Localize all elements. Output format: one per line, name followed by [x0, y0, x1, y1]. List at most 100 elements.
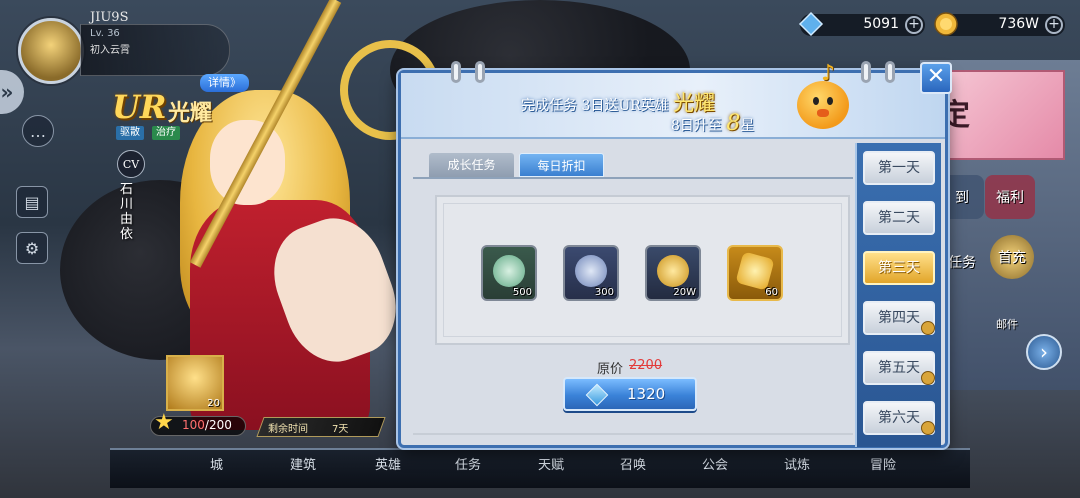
day-5-button[interactable]: 第五天: [863, 351, 935, 385]
gold-currency: 736W +: [934, 12, 1065, 36]
reward-item[interactable]: 60: [727, 245, 783, 301]
mail-label: 邮件: [996, 318, 1018, 331]
first-charge-button[interactable]: 首充: [990, 235, 1034, 279]
mail-button[interactable]: 邮件: [985, 302, 1029, 346]
fragment-progress-text: 100/200: [182, 418, 232, 432]
mail-side-button[interactable]: ▤: [16, 186, 48, 218]
tab-divider: [413, 177, 853, 179]
item-quantity: 500: [512, 287, 532, 298]
bottom-navigation: 城 建筑 英雄 任务 天赋 召唤 公会 试炼 冒险: [110, 448, 970, 488]
day-5-label: 第五天: [878, 360, 920, 376]
buy-price: 1320: [627, 385, 666, 403]
player-title: 初入云霄: [90, 45, 130, 56]
lock-icon: [921, 421, 935, 435]
reward-item[interactable]: 20W: [645, 245, 701, 301]
nav-trial[interactable]: 试炼: [784, 454, 810, 473]
header-line-2: 8日升至 8星: [671, 111, 754, 136]
music-note-icon: ♪: [821, 61, 836, 86]
header-line2-prefix: 8日升至: [671, 118, 727, 134]
details-button[interactable]: 详情》: [200, 74, 249, 92]
sign-in-label: 到: [955, 190, 969, 206]
reward-item[interactable]: 500: [481, 245, 537, 301]
item-quantity: 60: [765, 287, 778, 298]
day-6-label: 第六天: [878, 410, 920, 426]
binder-ring: [451, 61, 461, 83]
tab-growth-tasks[interactable]: 成长任务: [429, 153, 514, 177]
day-6-button[interactable]: 第六天: [863, 401, 935, 435]
reward-panel: 500 300 20W 60: [435, 195, 850, 345]
first-charge-label: 首充: [998, 250, 1026, 266]
voice-actor-name: 石川由依: [120, 182, 134, 242]
modal-header: 完成任务 3日送UR英雄 光耀 8日升至 8星 ♪: [401, 61, 945, 139]
welfare-label: 福利: [996, 190, 1024, 206]
chat-button[interactable]: …: [22, 115, 54, 147]
next-arrow-button[interactable]: ›: [1026, 334, 1062, 370]
day-4-label: 第四天: [878, 310, 920, 326]
avatar[interactable]: [18, 18, 84, 84]
hero-fragment-card[interactable]: 20: [166, 355, 224, 411]
diamond-icon: [585, 383, 609, 407]
original-price-label: 原价: [597, 362, 624, 377]
task-side-label: 任务: [948, 255, 976, 271]
green-badge-icon: [493, 255, 525, 287]
settings-button[interactable]: ⚙: [16, 232, 48, 264]
gold-coin-icon: [657, 255, 689, 287]
header-star-value: 8: [726, 111, 741, 136]
nav-hero[interactable]: 英雄: [375, 454, 401, 473]
binder-ring: [475, 61, 485, 83]
remaining-time-value: 7天: [332, 424, 349, 435]
header-line2-suffix: 星: [740, 118, 755, 134]
chat-icon: …: [30, 121, 46, 141]
lock-icon: [921, 321, 935, 335]
gold-coin-icon: [934, 12, 958, 36]
nav-adventure[interactable]: 冒险: [870, 454, 896, 473]
lock-icon: [921, 371, 935, 385]
hero-name: 光耀: [168, 100, 213, 126]
day-4-button[interactable]: 第四天: [863, 301, 935, 335]
remaining-time-label: 剩余时间: [268, 424, 308, 435]
day-2-button[interactable]: 第二天: [863, 201, 935, 235]
add-gold-button[interactable]: +: [1045, 16, 1063, 34]
day-3-button[interactable]: 第三天: [863, 251, 935, 285]
item-quantity: 20W: [673, 287, 696, 298]
nav-task[interactable]: 任务: [455, 454, 481, 473]
nav-talent[interactable]: 天赋: [538, 454, 564, 473]
inbox-icon: ▤: [24, 192, 40, 212]
add-diamond-button[interactable]: +: [905, 16, 923, 34]
star-icon: ★: [154, 410, 174, 435]
day-selector: 第一天 第二天 第三天 第四天 第五天 第六天: [855, 143, 941, 447]
rarity-label: UR: [112, 88, 167, 126]
event-modal: 完成任务 3日送UR英雄 光耀 8日升至 8星 ♪ 成长任务 每日折扣 500 …: [398, 61, 948, 448]
item-quantity: 300: [594, 287, 614, 298]
reward-item[interactable]: 300: [563, 245, 619, 301]
day-1-button[interactable]: 第一天: [863, 151, 935, 185]
player-name: JIU9S: [90, 10, 129, 25]
binder-ring: [861, 61, 871, 83]
mascot-beak: [817, 109, 829, 117]
hero-tag-heal: 治疗: [152, 126, 180, 140]
mascot-eye: [813, 97, 819, 105]
nav-city[interactable]: 城: [210, 454, 223, 473]
welfare-button[interactable]: 福利: [985, 175, 1035, 219]
diamond-amount: 5091: [863, 16, 899, 32]
gold-star-icon: [735, 251, 775, 291]
header-line1-prefix: 完成任务 3日送UR英雄: [521, 98, 674, 114]
close-button[interactable]: ✕: [920, 62, 952, 94]
tab-daily-discount[interactable]: 每日折扣: [519, 153, 604, 177]
diamond-currency: 5091 +: [798, 11, 925, 37]
gold-amount: 736W: [998, 16, 1039, 32]
mascot-bird-icon: [797, 81, 849, 129]
nav-guild[interactable]: 公会: [702, 454, 728, 473]
nav-building[interactable]: 建筑: [290, 454, 316, 473]
diamond-icon: [798, 11, 824, 37]
player-level: Lv. 36: [90, 28, 120, 39]
cv-button[interactable]: CV: [117, 150, 145, 178]
progress-total: /200: [204, 418, 232, 432]
original-price: 2200: [629, 358, 663, 373]
binder-ring: [885, 61, 895, 83]
progress-current: 100: [182, 418, 205, 432]
nav-summon[interactable]: 召唤: [620, 454, 646, 473]
mascot-eye: [827, 97, 833, 105]
buy-button[interactable]: 1320: [563, 377, 697, 411]
gear-icon: ⚙: [24, 238, 40, 258]
